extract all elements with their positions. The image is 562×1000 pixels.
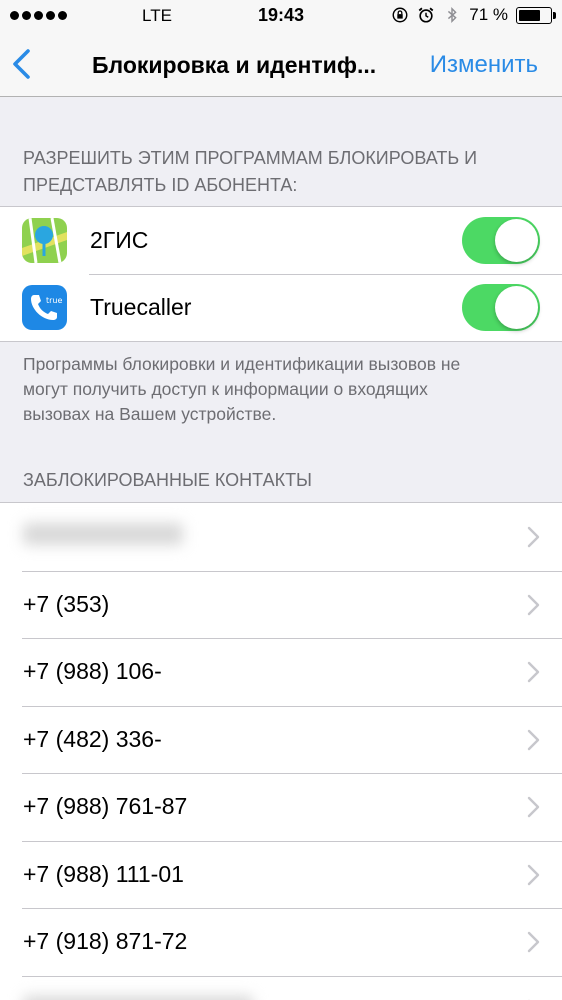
chevron-right-icon xyxy=(527,594,540,615)
blocked-contact-row[interactable] xyxy=(0,975,562,1000)
chevron-right-icon xyxy=(527,661,540,683)
blocked-contact-label-redacted xyxy=(23,523,183,545)
app-label-2gis: 2ГИС xyxy=(90,227,149,253)
blocked-contact-row[interactable] xyxy=(0,503,562,571)
apps-section-header-line2: ПРЕДСТАВЛЯТЬ ID АБОНЕНТА: xyxy=(23,175,298,195)
navigation-bar: Блокировка и идентиф... Изменить xyxy=(0,33,562,97)
page-title: Блокировка и идентиф... xyxy=(92,52,377,78)
truecaller-icon-text: true xyxy=(46,296,62,305)
app-label-truecaller: Truecaller xyxy=(90,294,192,320)
blocked-contact-row[interactable]: +7 (988) 106- xyxy=(0,638,562,706)
status-bar: LTE 19:43 71 % xyxy=(0,0,562,33)
truecaller-app-icon: true xyxy=(22,285,67,330)
alarm-icon xyxy=(418,7,434,23)
toggle-knob xyxy=(495,286,538,329)
blocked-contacts-list: +7 (353) +7 (988) 106- +7 (482) 336- +7 … xyxy=(0,502,562,1000)
toggle-2gis[interactable] xyxy=(462,217,540,264)
blocked-contact-label: +7 (918) 871-72 xyxy=(23,928,188,954)
blocked-contact-label-redacted xyxy=(23,995,253,1000)
edit-button[interactable]: Изменить xyxy=(430,51,538,79)
toggle-knob xyxy=(495,219,538,262)
app-row-truecaller: true Truecaller xyxy=(0,274,562,341)
apps-list: 2ГИС true Truecaller xyxy=(0,206,562,342)
apps-section-footer: Программы блокировки и идентификации выз… xyxy=(23,352,543,427)
chevron-left-icon[interactable] xyxy=(8,47,38,81)
blocked-contact-label: +7 (988) 111-01 xyxy=(23,860,184,887)
chevron-right-icon xyxy=(527,729,540,750)
blocked-contact-label: +7 (353) xyxy=(23,590,110,617)
footer-line1: Программы блокировки и идентификации выз… xyxy=(23,354,461,374)
app-row-2gis: 2ГИС xyxy=(0,207,562,274)
battery-icon xyxy=(516,6,556,24)
chevron-right-icon xyxy=(527,526,540,548)
blocked-contact-row[interactable]: +7 (353) xyxy=(0,570,562,639)
battery-percent: 71 % xyxy=(469,5,508,24)
blocked-section-header: ЗАБЛОКИРОВАННЫЕ КОНТАКТЫ xyxy=(23,470,312,490)
bluetooth-icon xyxy=(448,6,457,24)
chevron-right-icon xyxy=(527,931,540,953)
toggle-truecaller[interactable] xyxy=(462,284,540,331)
blocked-contact-label: +7 (988) 761-87 xyxy=(23,793,188,819)
apps-section-header: РАЗРЕШИТЬ ЭТИМ ПРОГРАММАМ БЛОКИРОВАТЬ И … xyxy=(23,145,543,199)
apps-section-header-line1: РАЗРЕШИТЬ ЭТИМ ПРОГРАММАМ БЛОКИРОВАТЬ И xyxy=(23,148,478,168)
chevron-right-icon xyxy=(527,864,540,885)
blocked-contact-label: +7 (988) 106- xyxy=(23,658,162,684)
blocked-contact-row[interactable]: +7 (918) 871-72 xyxy=(0,908,562,976)
chevron-right-icon xyxy=(527,796,540,818)
footer-line3: вызовах на Вашем устройстве. xyxy=(23,404,277,424)
2gis-app-icon xyxy=(22,218,67,263)
orientation-lock-icon xyxy=(392,7,408,23)
blocked-contact-label: +7 (482) 336- xyxy=(23,725,162,752)
blocked-contact-row[interactable]: +7 (988) 111-01 xyxy=(0,840,562,909)
blocked-contact-row[interactable]: +7 (482) 336- xyxy=(0,705,562,774)
footer-line2: могут получить доступ к информации о вхо… xyxy=(23,379,428,399)
blocked-contact-row[interactable]: +7 (988) 761-87 xyxy=(0,773,562,841)
